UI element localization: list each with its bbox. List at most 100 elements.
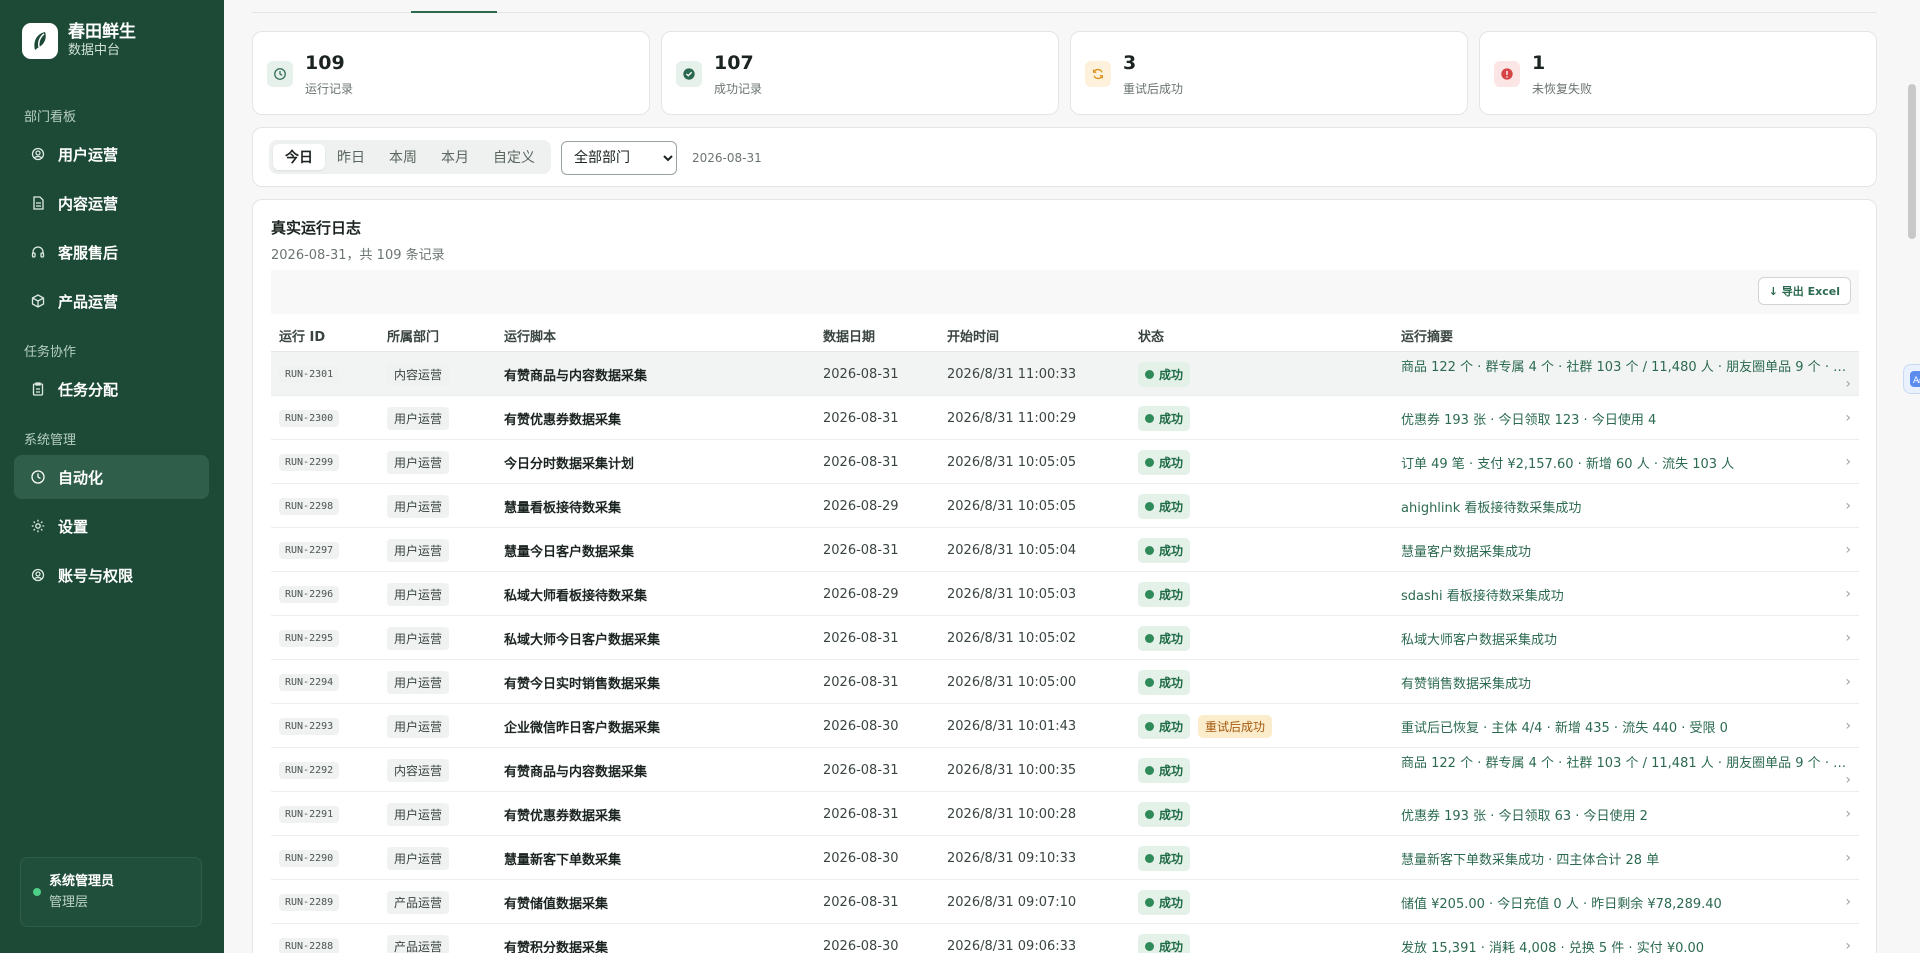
table-row[interactable]: RUN-2301 内容运营 有赞商品与内容数据采集 2026-08-31 2026/8/… (271, 352, 1859, 396)
start-time: 2026/8/31 10:00:35 (947, 762, 1077, 778)
scrollbar-thumb[interactable] (1908, 84, 1916, 239)
department-badge: 用户运营 (387, 538, 450, 562)
chevron-right-icon[interactable]: › (1845, 586, 1851, 602)
table-row[interactable]: RUN-2291 用户运营 有赞优惠券数据采集 2026-08-31 2026/8/31… (271, 792, 1859, 836)
run-summary: 订单 49 笔 · 支付 ¥2,157.60 · 新增 60 人 · 流失 10… (1401, 456, 1735, 472)
nav-section-sys: 系统管理 (24, 433, 77, 448)
table-row[interactable]: RUN-2300 用户运营 有赞优惠券数据采集 2026-08-31 2026/8/31… (271, 396, 1859, 440)
run-summary: 慧量新客下单数采集成功 · 四主体合计 28 单 (1401, 852, 1660, 868)
chevron-right-icon[interactable]: › (1845, 542, 1851, 558)
start-time: 2026/8/31 11:00:29 (947, 410, 1077, 426)
data-date: 2026-08-30 (823, 938, 899, 953)
table-row[interactable]: RUN-2294 用户运营 有赞今日实时销售数据采集 2026-08-31 2026/8… (271, 660, 1859, 704)
start-time: 2026/8/31 09:07:10 (947, 894, 1077, 910)
table-row[interactable]: RUN-2296 用户运营 私域大师看板接待数采集 2026-08-29 2026/8/… (271, 572, 1859, 616)
start-time: 2026/8/31 10:05:05 (947, 498, 1077, 514)
clipboard-icon (28, 379, 48, 399)
sidebar-item-label: 自动化 (58, 468, 104, 487)
user-card[interactable]: 系统管理员 管理层 (20, 857, 202, 927)
table-row[interactable]: RUN-2292 内容运营 有赞商品与内容数据采集 2026-08-31 2026/8/… (271, 748, 1859, 792)
department-badge: 用户运营 (387, 406, 450, 430)
sidebar-item-product-ops[interactable]: 产品运营 (14, 279, 209, 323)
online-status-dot (33, 888, 41, 896)
check-icon (1145, 545, 1154, 555)
people-icon (28, 565, 48, 585)
run-summary: 有赞销售数据采集成功 (1401, 676, 1532, 692)
stat-card-failed: 1 未恢复失败 (1479, 31, 1877, 115)
tab-today[interactable]: 今日 (273, 144, 325, 170)
sidebar-item-label: 客服售后 (58, 243, 119, 262)
sidebar-item-accounts[interactable]: 账号与权限 (14, 553, 209, 597)
script-name: 私域大师今日客户数据采集 (504, 632, 661, 648)
chevron-right-icon[interactable]: › (1845, 806, 1851, 822)
column-header[interactable]: 开始时间 (947, 326, 999, 345)
stat-value: 109 (305, 52, 345, 74)
run-summary: 商品 122 个 · 群专属 4 个 · 社群 103 个 / 11,480 人… (1401, 360, 1851, 375)
table-row[interactable]: RUN-2290 用户运营 慧量新客下单数采集 2026-08-30 2026/8/31… (271, 836, 1859, 880)
chevron-right-icon[interactable]: › (1845, 454, 1851, 470)
status-text: 成功 (1159, 499, 1184, 514)
chevron-right-icon[interactable]: › (1845, 498, 1851, 514)
department-select[interactable]: 全部部门 (561, 141, 677, 175)
status-badge: 成功 (1138, 537, 1191, 563)
data-date: 2026-08-31 (823, 410, 899, 426)
chevron-right-icon[interactable]: › (1845, 938, 1851, 953)
table-row[interactable]: RUN-2297 用户运营 慧量今日客户数据采集 2026-08-31 2026/8/3… (271, 528, 1859, 572)
tab-this-month[interactable]: 本月 (429, 144, 481, 170)
column-header[interactable]: 运行 ID (279, 326, 325, 345)
tab-custom[interactable]: 自定义 (481, 144, 547, 170)
table-row[interactable]: RUN-2293 用户运营 企业微信昨日客户数据采集 2026-08-30 2026/8… (271, 704, 1859, 748)
check-icon (1145, 369, 1154, 379)
run-log-panel: 真实运行日志 2026-08-31，共 109 条记录 ↓ 导出 Excel 运… (252, 199, 1877, 953)
run-summary: 商品 122 个 · 群专属 4 个 · 社群 103 个 / 11,481 人… (1401, 756, 1851, 771)
sidebar-item-user-ops[interactable]: 用户运营 (14, 132, 209, 176)
status-badge: 成功 (1138, 581, 1191, 607)
table-row[interactable]: RUN-2299 用户运营 今日分时数据采集计划 2026-08-31 2026/8/3… (271, 440, 1859, 484)
data-date: 2026-08-29 (823, 586, 899, 602)
script-name: 今日分时数据采集计划 (504, 456, 635, 472)
check-icon (1145, 677, 1154, 687)
sidebar-item-support[interactable]: 客服售后 (14, 230, 209, 274)
chevron-right-icon[interactable]: › (1845, 410, 1851, 426)
table-row[interactable]: RUN-2295 用户运营 私域大师今日客户数据采集 2026-08-31 2026/8… (271, 616, 1859, 660)
chevron-right-icon[interactable]: › (1845, 772, 1851, 788)
chevron-right-icon[interactable]: › (1845, 674, 1851, 690)
script-name: 慧量看板接待数采集 (504, 500, 622, 516)
run-id: RUN-2289 (279, 893, 340, 911)
column-header[interactable]: 状态 (1138, 326, 1164, 345)
run-summary: 储值 ¥205.00 · 今日充值 0 人 · 昨日剩余 ¥78,289.40 (1401, 896, 1722, 912)
status-badge: 成功 (1138, 757, 1191, 783)
chevron-right-icon[interactable]: › (1845, 630, 1851, 646)
chevron-right-icon[interactable]: › (1845, 718, 1851, 734)
column-header[interactable]: 数据日期 (823, 326, 875, 345)
column-header[interactable]: 运行脚本 (504, 326, 556, 345)
sidebar-item-settings[interactable]: 设置 (14, 504, 209, 548)
sidebar-item-automation[interactable]: 自动化 (14, 455, 209, 499)
table-row[interactable]: RUN-2298 用户运营 慧量看板接待数采集 2026-08-29 2026/8/31… (271, 484, 1859, 528)
run-id: RUN-2290 (279, 849, 340, 867)
department-badge: 用户运营 (387, 670, 450, 694)
sidebar-item-content-ops[interactable]: 内容运营 (14, 181, 209, 225)
tab-this-week[interactable]: 本周 (377, 144, 429, 170)
department-badge: 用户运营 (387, 626, 450, 650)
sidebar-item-task-assign[interactable]: 任务分配 (14, 367, 209, 411)
status-badge: 成功 (1138, 493, 1191, 519)
translate-button[interactable]: Aa (1903, 364, 1920, 394)
chevron-right-icon[interactable]: › (1845, 894, 1851, 910)
department-badge: 用户运营 (387, 582, 450, 606)
table-row[interactable]: RUN-2289 产品运营 有赞储值数据采集 2026-08-31 2026/8/31 … (271, 880, 1859, 924)
tab-yesterday[interactable]: 昨日 (325, 144, 377, 170)
clock-icon (28, 467, 48, 487)
chevron-right-icon[interactable]: › (1845, 376, 1851, 392)
script-name: 企业微信昨日客户数据采集 (504, 720, 661, 736)
status-text: 成功 (1159, 631, 1184, 646)
column-header[interactable]: 所属部门 (387, 326, 439, 345)
column-header[interactable]: 运行摘要 (1401, 326, 1453, 345)
retry-badge: 重试后成功 (1198, 714, 1273, 738)
run-id: RUN-2293 (279, 717, 340, 735)
chevron-right-icon[interactable]: › (1845, 850, 1851, 866)
table-row[interactable]: RUN-2288 产品运营 有赞积分数据采集 2026-08-30 2026/8/31 … (271, 924, 1859, 953)
export-excel-button[interactable]: ↓ 导出 Excel (1757, 277, 1851, 305)
brand[interactable]: 春田鲜生 数据中台 (22, 22, 136, 60)
status-text: 成功 (1159, 675, 1184, 690)
